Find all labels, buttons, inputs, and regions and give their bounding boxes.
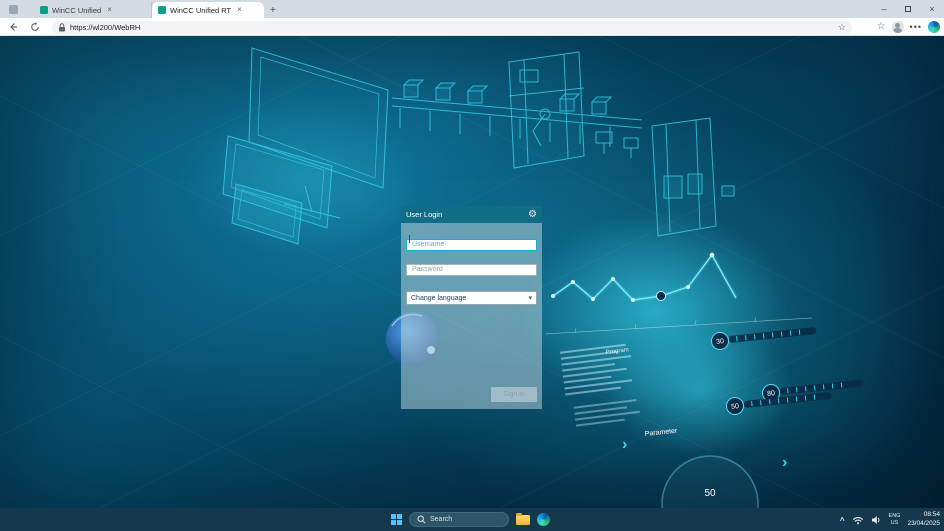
tab-label: WinCC Unified <box>52 6 101 15</box>
language-indicator[interactable]: ENG US <box>889 513 901 526</box>
tab-wincc-unified-rt[interactable]: WinCC Unified RT × <box>152 2 264 18</box>
taskbar-clock[interactable]: 08:54 23/04/2025 <box>907 511 940 527</box>
clock-date: 23/04/2025 <box>907 520 940 528</box>
taskbar-tray: ^ ENG US 08:54 23/04/2025 <box>840 508 940 531</box>
windows-taskbar: Search ^ ENG US 08:54 23/04/2025 <box>0 508 944 531</box>
password-field-wrap <box>406 258 537 276</box>
big-circle-badge: 50 <box>662 456 758 508</box>
edge-sidebar-icon[interactable] <box>928 21 940 33</box>
language-line: ENG <box>889 513 901 519</box>
slider-badge-value: 50 <box>731 403 740 411</box>
password-input[interactable] <box>406 264 537 276</box>
text-caret <box>409 235 410 243</box>
language-select-value: Change language <box>411 295 466 302</box>
navbar-actions: ☆ ••• <box>877 21 940 33</box>
lock-icon <box>58 23 66 32</box>
maximize-button[interactable] <box>896 0 920 18</box>
hidden-icons-chevron[interactable]: ^ <box>840 516 845 525</box>
speaker-icon[interactable] <box>871 515 882 525</box>
tab-label: WinCC Unified RT <box>170 6 231 15</box>
desktop-screen: WinCC Unified × WinCC Unified RT × + – ×… <box>0 0 944 531</box>
chevron-right-icon[interactable]: › <box>782 454 787 471</box>
chevron-right-icon[interactable]: › <box>622 436 627 453</box>
file-explorer-icon[interactable] <box>516 515 530 525</box>
profile-avatar[interactable] <box>892 21 904 33</box>
bookmark-star-icon[interactable]: ☆ <box>838 22 846 32</box>
tab-close-icon[interactable]: × <box>237 6 242 14</box>
edge-browser-icon[interactable] <box>537 513 550 526</box>
favorites-icon[interactable]: ☆ <box>877 21 886 32</box>
search-placeholder: Search <box>430 516 452 523</box>
workspace-icon[interactable] <box>9 5 18 14</box>
tab-favicon <box>40 6 48 14</box>
login-header: User Login ⚙ <box>401 206 542 223</box>
url-text[interactable]: https://wl200/WebRH <box>70 23 834 32</box>
address-bar[interactable]: https://wl200/WebRH ☆ <box>52 21 852 34</box>
settings-gear-icon[interactable]: ⚙ <box>528 210 537 220</box>
browser-tab-strip: WinCC Unified × WinCC Unified RT × + – × <box>0 0 944 18</box>
browser-menu-icon[interactable]: ••• <box>910 22 922 32</box>
tab-close-icon[interactable]: × <box>107 6 112 14</box>
taskbar-center: Search <box>391 508 550 531</box>
chevron-down-icon: ▾ <box>528 294 532 302</box>
refresh-icon[interactable] <box>26 22 44 32</box>
search-icon <box>417 515 426 524</box>
username-input[interactable] <box>406 239 537 251</box>
wifi-icon[interactable] <box>852 515 864 525</box>
minimize-button[interactable]: – <box>872 0 896 18</box>
close-button[interactable]: × <box>920 0 944 18</box>
selected-data-point <box>657 292 666 301</box>
start-button[interactable] <box>391 514 402 525</box>
language-select[interactable]: Change language ▾ <box>406 291 537 305</box>
username-field-wrap <box>406 233 537 251</box>
new-tab-button[interactable]: + <box>270 5 276 18</box>
big-badge-value: 50 <box>704 488 716 499</box>
slider-badge-value: 80 <box>767 390 776 398</box>
slider-badge-value: 30 <box>716 338 725 346</box>
back-icon[interactable] <box>4 22 22 32</box>
login-body: Change language ▾ Sign in <box>401 223 542 409</box>
sign-in-button[interactable]: Sign in <box>491 387 537 402</box>
language-line: US <box>889 520 901 526</box>
window-controls: – × <box>872 0 944 18</box>
clock-time: 08:54 <box>907 511 940 519</box>
tab-favicon <box>158 6 166 14</box>
wincc-login-page: Program 30 80 50 Parameter <box>0 36 944 508</box>
login-title: User Login <box>406 210 442 219</box>
tab-wincc-unified[interactable]: WinCC Unified × <box>34 2 152 18</box>
login-panel: User Login ⚙ Change language ▾ Sign in <box>401 206 542 409</box>
taskbar-search[interactable]: Search <box>409 512 509 527</box>
browser-navbar: https://wl200/WebRH ☆ ☆ ••• <box>0 18 944 36</box>
